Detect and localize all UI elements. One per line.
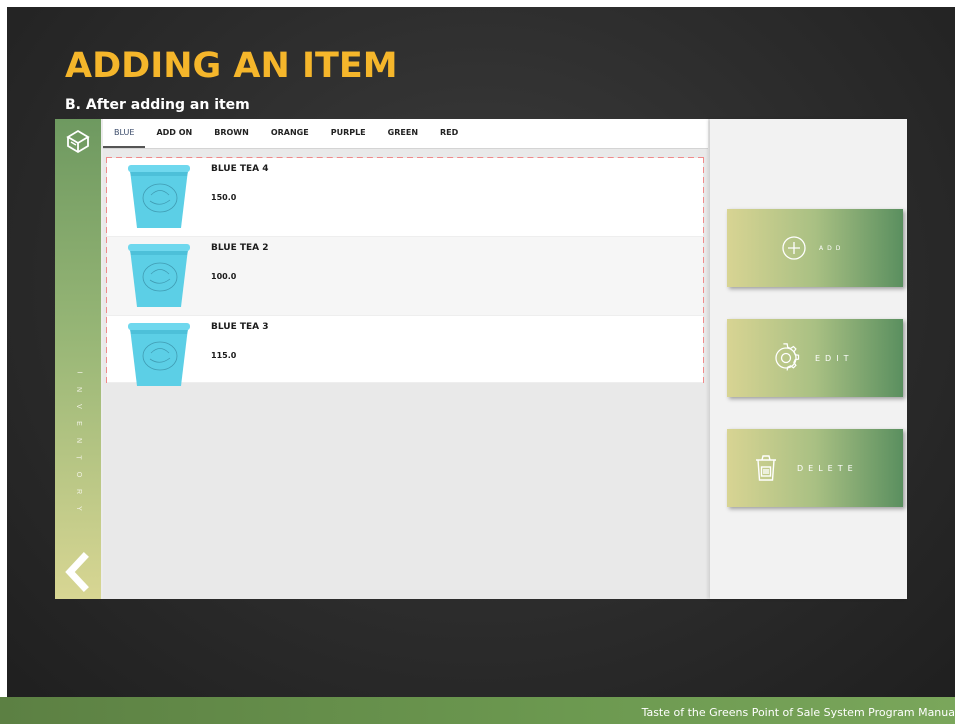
- item-name: BLUE TEA 4: [211, 164, 269, 174]
- tab-blue[interactable]: BLUE: [103, 119, 146, 148]
- edit-button[interactable]: EDIT: [727, 319, 903, 397]
- list-item[interactable]: BLUE TEA 2 100.0: [107, 237, 703, 316]
- sidebar-label-letter: E: [74, 421, 82, 427]
- add-button[interactable]: ADD: [727, 209, 903, 287]
- sidebar-label-letter: Y: [74, 506, 82, 512]
- slide: ADDING AN ITEM B. After adding an item I…: [7, 7, 955, 704]
- item-price: 115.0: [211, 351, 237, 360]
- sidebar-label-letter: T: [75, 455, 82, 461]
- tab-add-on[interactable]: ADD ON: [145, 119, 203, 148]
- page-title: ADDING AN ITEM: [65, 46, 398, 86]
- tea-cup-image: [128, 165, 190, 228]
- sidebar-label-letter: O: [74, 471, 82, 479]
- item-list: BLUE TEA 4 150.0 BLUE TEA 2 100.0 BLUE TEA…: [106, 157, 704, 386]
- footer-text: Taste of the Greens Point of Sale System…: [641, 706, 955, 719]
- delete-button[interactable]: DELETE: [727, 429, 903, 507]
- trash-icon: [756, 455, 776, 481]
- delete-button-label: DELETE: [797, 463, 858, 473]
- sidebar-label-letter: N: [75, 386, 82, 394]
- tab-purple[interactable]: PURPLE: [320, 119, 377, 148]
- sidebar-label-letter: I: [74, 371, 82, 375]
- category-tabs: BLUE ADD ON BROWN ORANGE PURPLE GREEN RED: [103, 119, 708, 149]
- edit-button-label: EDIT: [815, 353, 854, 363]
- action-panel: ADD EDIT DELETE: [710, 119, 907, 599]
- box-icon[interactable]: [64, 127, 92, 155]
- item-price: 150.0: [211, 193, 237, 202]
- footer-bar: Taste of the Greens Point of Sale System…: [0, 697, 955, 724]
- item-name: BLUE TEA 2: [211, 243, 269, 253]
- sidebar-label-letter: N: [75, 437, 82, 445]
- plus-circle-icon: [782, 236, 806, 260]
- sidebar-section-label: I N V E N T O R Y: [55, 369, 101, 519]
- list-item[interactable]: BLUE TEA 3 115.0: [107, 316, 703, 386]
- tea-cup-image: [128, 244, 190, 307]
- sidebar: I N V E N T O R Y: [55, 119, 101, 599]
- page-subtitle: B. After adding an item: [65, 97, 250, 113]
- tea-cup-image: [128, 323, 190, 386]
- list-item[interactable]: BLUE TEA 4 150.0: [107, 158, 703, 237]
- tab-red[interactable]: RED: [429, 119, 469, 148]
- tab-orange[interactable]: ORANGE: [260, 119, 320, 148]
- sidebar-label-letter: R: [75, 488, 82, 496]
- item-name: BLUE TEA 3: [211, 322, 269, 332]
- tab-brown[interactable]: BROWN: [203, 119, 260, 148]
- gear-icon: [775, 343, 800, 371]
- sidebar-label-letter: V: [74, 404, 82, 410]
- item-price: 100.0: [211, 272, 237, 281]
- pos-app-window: I N V E N T O R Y BLUE ADD ON BROWN ORANGE PURPLE GRE…: [55, 119, 907, 599]
- tab-green[interactable]: GREEN: [377, 119, 429, 148]
- add-button-label: ADD: [819, 244, 845, 252]
- main-panel: BLUE ADD ON BROWN ORANGE PURPLE GREEN RED BLUE…: [103, 119, 708, 599]
- chevron-left-icon[interactable]: [60, 552, 96, 592]
